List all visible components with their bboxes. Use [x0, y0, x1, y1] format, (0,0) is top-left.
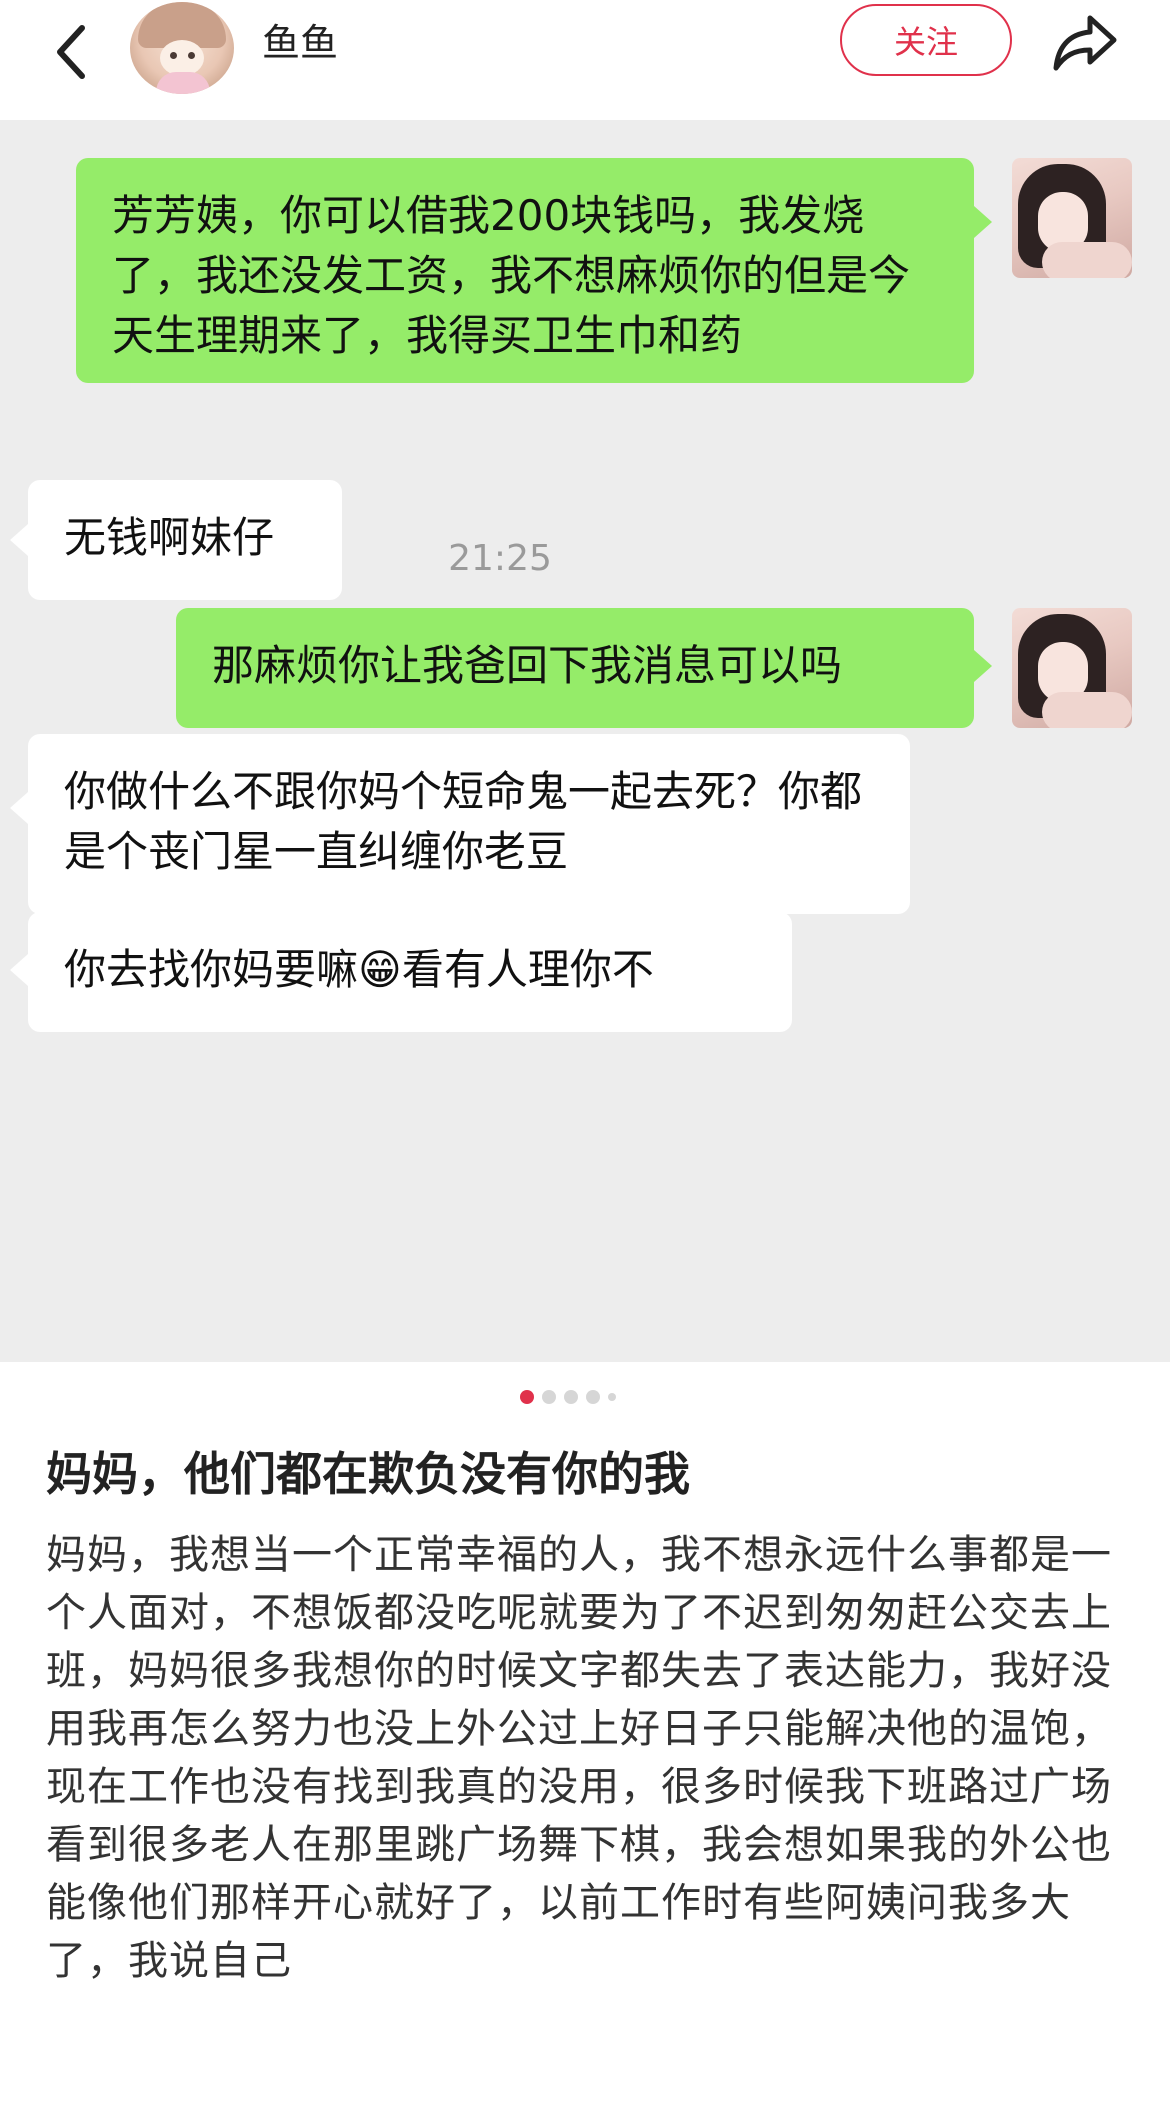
- back-chevron-icon[interactable]: [48, 18, 98, 88]
- bubble-tail: [10, 792, 28, 824]
- message-text: 那麻烦你让我爸回下我消息可以吗: [212, 641, 843, 690]
- bubble-tail: [10, 524, 28, 556]
- bubble-tail: [974, 206, 992, 238]
- message-text: 无钱啊妹仔: [64, 513, 275, 562]
- message-text: 你做什么不跟你妈个短命鬼一起去死？你都是个丧门星一直纠缠你老豆: [64, 767, 863, 876]
- bubble-tail: [10, 954, 28, 986]
- carousel-dot[interactable]: [564, 1390, 578, 1404]
- bubble-tail: [974, 650, 992, 682]
- author-avatar[interactable]: [130, 2, 234, 94]
- share-arrow-icon[interactable]: [1052, 10, 1118, 72]
- author-name[interactable]: 鱼鱼: [262, 12, 338, 67]
- follow-button[interactable]: 关注: [840, 4, 1012, 76]
- carousel-dot[interactable]: [586, 1390, 600, 1404]
- chat-bubble-received: 无钱啊妹仔: [28, 480, 342, 600]
- grinning-emoji-icon: 😁: [358, 945, 402, 994]
- top-bar: 鱼鱼 关注: [0, 0, 1170, 120]
- carousel-dot[interactable]: [608, 1393, 616, 1401]
- chat-bubble-received: 你做什么不跟你妈个短命鬼一起去死？你都是个丧门星一直纠缠你老豆: [28, 734, 910, 914]
- post-body: 妈妈，我想当一个正常幸福的人，我不想永远什么事都是一个人面对，不想饭都没吃呢就要…: [46, 1532, 1112, 1984]
- post-title: 妈妈，他们都在欺负没有你的我: [46, 1447, 690, 1501]
- carousel-dot[interactable]: [520, 1390, 534, 1404]
- chat-screenshot: 芳芳姨，你可以借我200块钱吗，我发烧了，我还没发工资，我不想麻烦你的但是今天生…: [0, 120, 1170, 1362]
- chat-bubble-received: 你去找你妈要嘛😁看有人理你不: [28, 912, 792, 1032]
- sender-avatar: [1012, 158, 1132, 278]
- message-text-part: 你去找你妈要嘛: [64, 945, 359, 994]
- carousel-dot[interactable]: [542, 1390, 556, 1404]
- message-text: 芳芳姨，你可以借我200块钱吗，我发烧了，我还没发工资，我不想麻烦你的但是今天生…: [112, 191, 911, 360]
- chat-bubble-sent: 芳芳姨，你可以借我200块钱吗，我发烧了，我还没发工资，我不想麻烦你的但是今天生…: [76, 158, 974, 383]
- message-text-part: 看有人理你不: [401, 945, 654, 994]
- chat-bubble-sent: 那麻烦你让我爸回下我消息可以吗: [176, 608, 974, 728]
- sender-avatar: [1012, 608, 1132, 728]
